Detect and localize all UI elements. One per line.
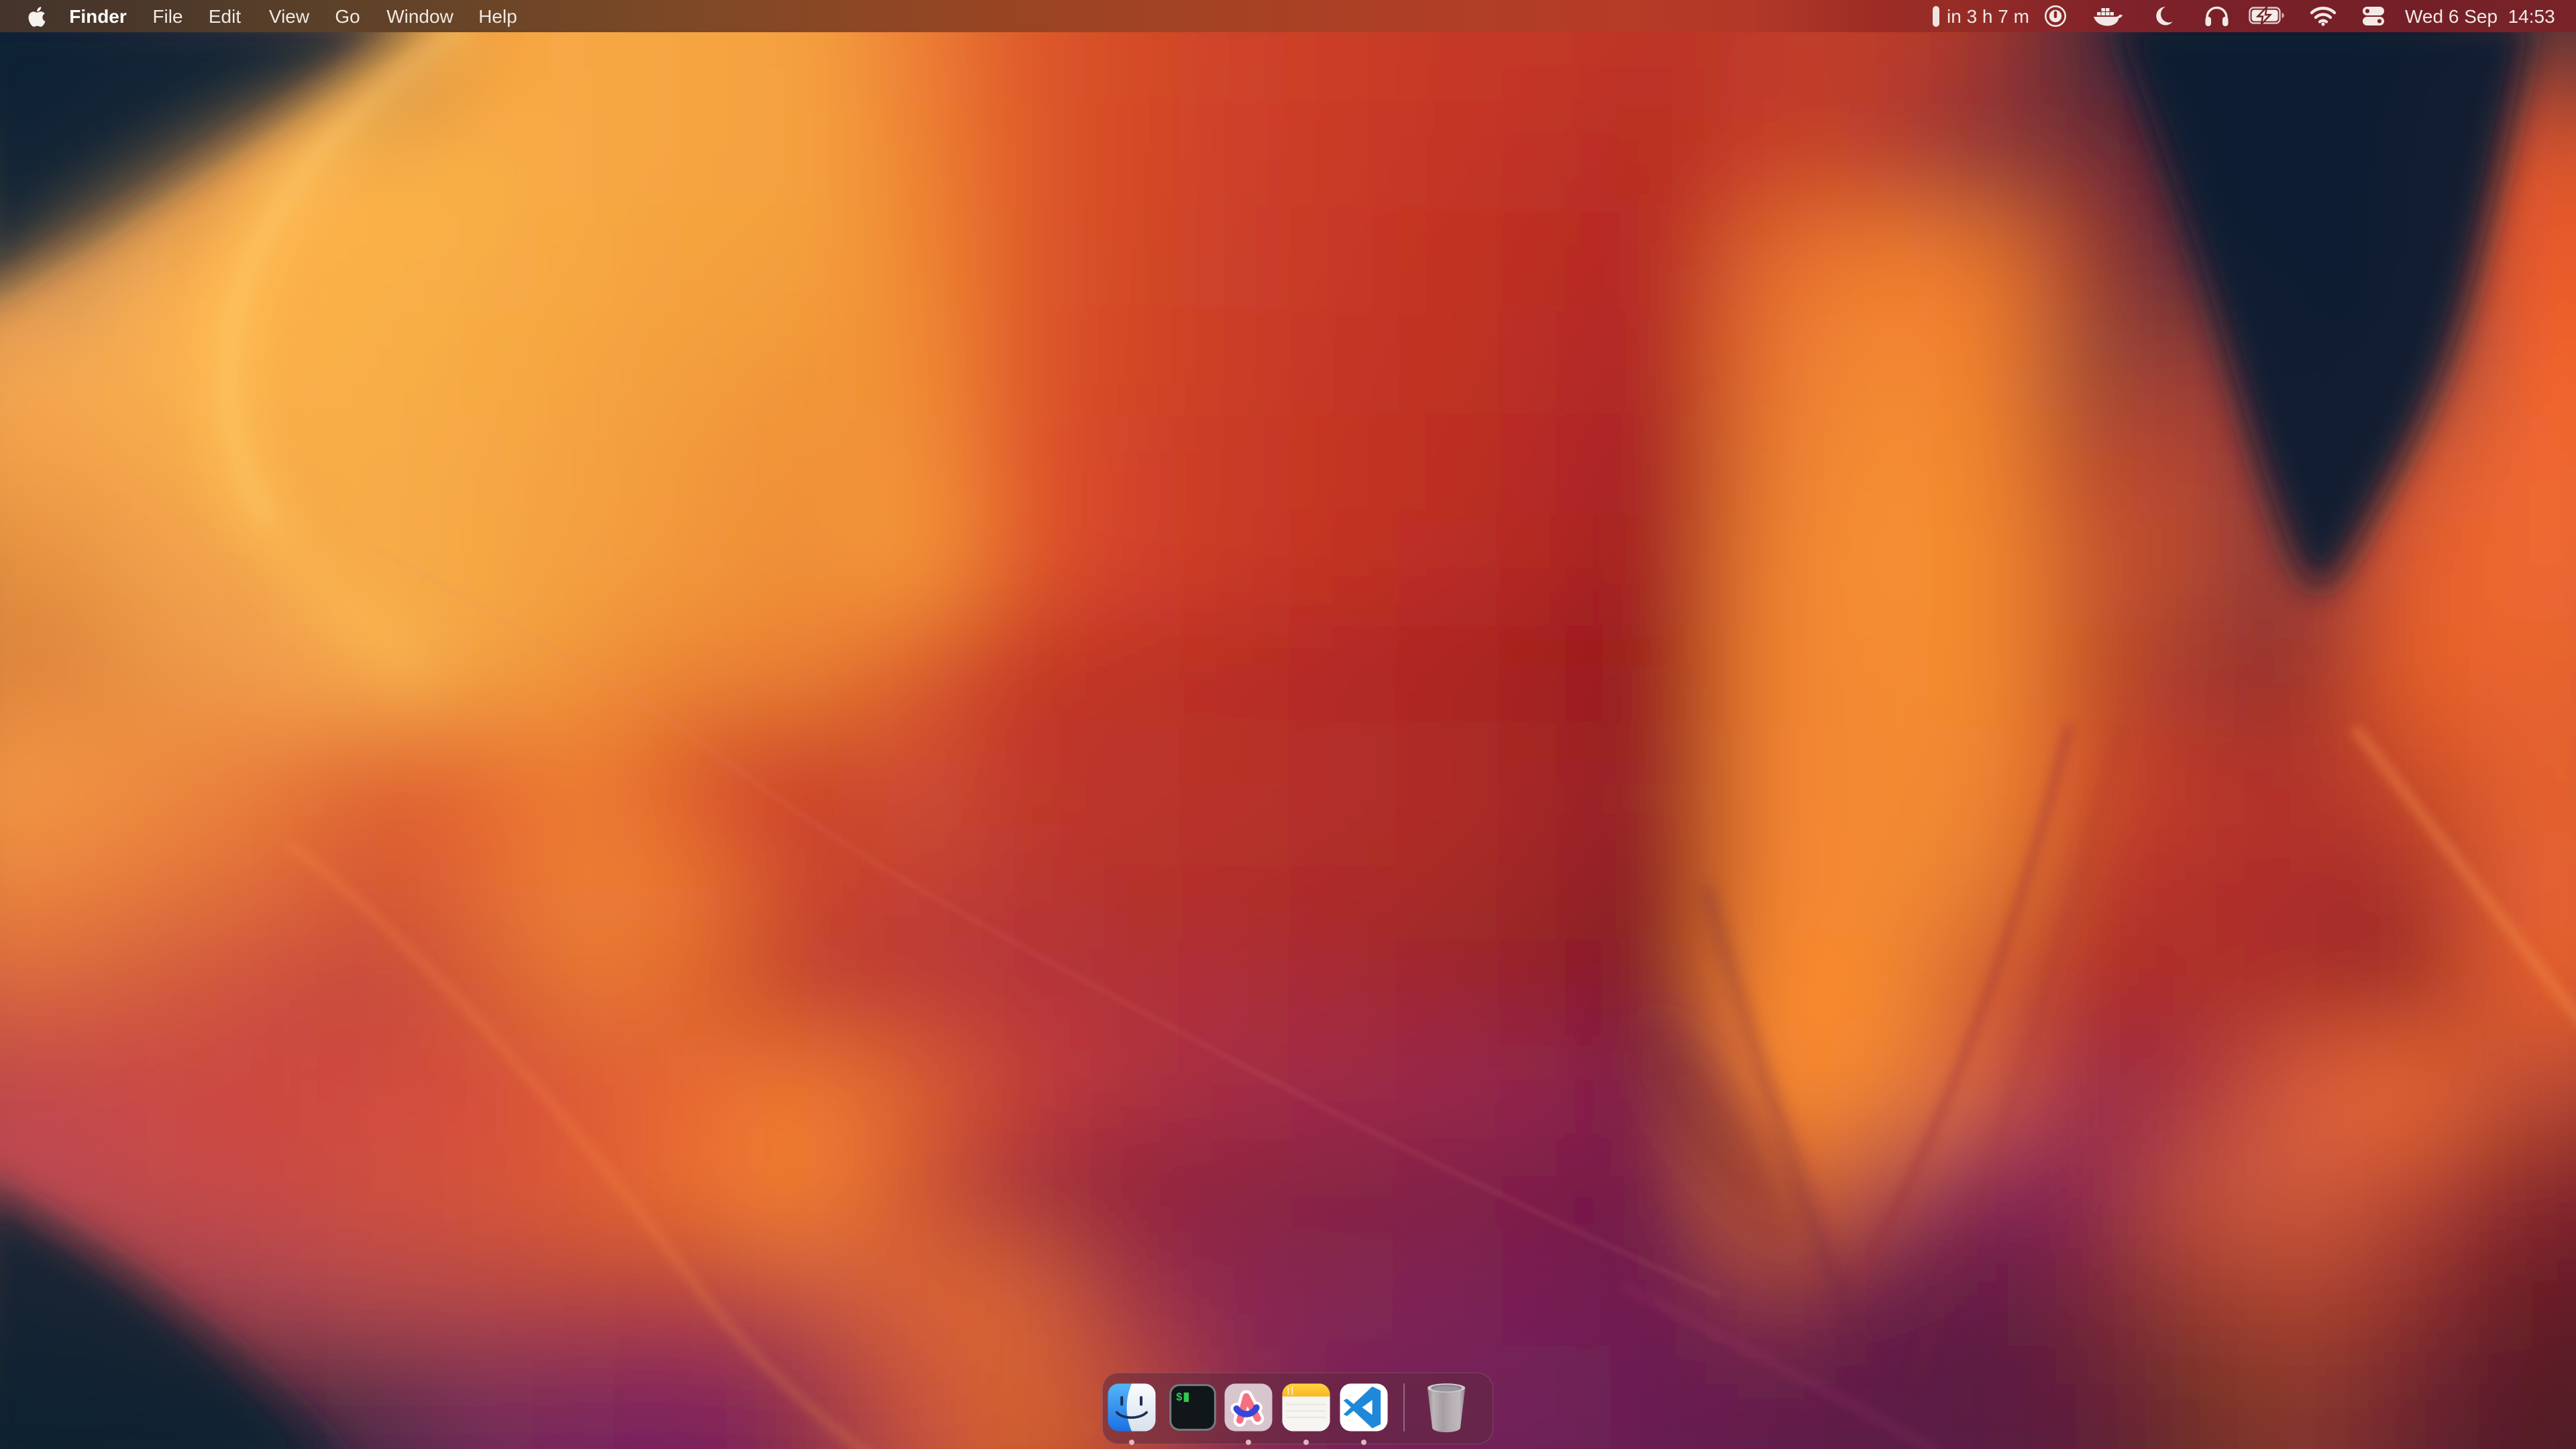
svg-text:$: $ <box>1176 1391 1183 1404</box>
